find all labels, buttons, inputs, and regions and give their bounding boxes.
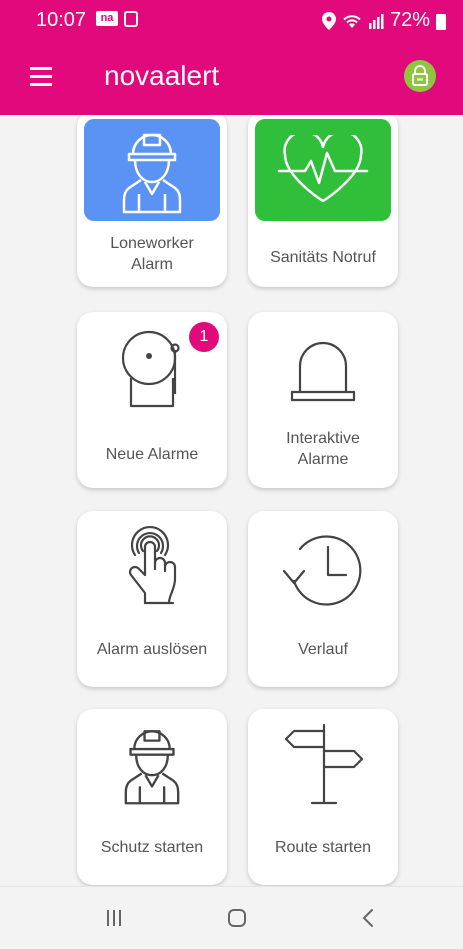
app-bar: novaalert: [0, 38, 463, 115]
location-icon: [322, 11, 336, 30]
tile-grid: Loneworker Alarm Sanitäts Notruf 1 Neue …: [0, 115, 463, 915]
heart-pulse-icon: [277, 135, 369, 203]
tile-label: Sanitäts Notruf: [270, 249, 376, 266]
status-bar: 10:07 na 72%: [0, 0, 463, 38]
battery-percent: 72%: [390, 9, 431, 31]
home-icon: [228, 909, 246, 927]
back-icon: [362, 909, 373, 927]
signpost-icon: [284, 723, 364, 805]
home-button[interactable]: [217, 903, 257, 933]
tile-label: Route starten: [274, 839, 372, 856]
tile-label: Schutz starten: [100, 839, 204, 856]
signal-icon: [369, 13, 384, 29]
siren-icon: [290, 341, 356, 402]
hamburger-menu-icon[interactable]: [30, 67, 56, 87]
tile-label: Neue Alarme: [105, 446, 199, 463]
wifi-icon: [343, 14, 361, 28]
status-time: 10:07: [36, 9, 87, 31]
sanitaets-tile-bg: [255, 119, 391, 221]
system-nav-bar: [0, 886, 463, 949]
recent-apps-icon: [107, 910, 121, 926]
touch-hand-icon: [128, 525, 177, 605]
tile-schutz-starten[interactable]: Schutz starten: [77, 709, 227, 885]
tile-verlauf[interactable]: Verlauf: [248, 511, 398, 687]
tile-label: Interaktive Alarme: [286, 430, 360, 468]
lock-icon: [412, 65, 428, 86]
novaalert-notification-icon: na: [96, 11, 118, 26]
history-icon: [282, 535, 362, 606]
tile-loneworker-alarm[interactable]: Loneworker Alarm: [77, 115, 227, 287]
tile-label: Alarm auslösen: [96, 641, 208, 658]
tile-interaktive-alarme[interactable]: Interaktive Alarme: [248, 312, 398, 488]
back-button[interactable]: [348, 903, 388, 933]
worker-icon: [124, 730, 180, 805]
tile-label: Loneworker Alarm: [110, 235, 194, 273]
tile-neue-alarme[interactable]: 1 Neue Alarme: [77, 312, 227, 488]
lock-button[interactable]: [404, 60, 436, 92]
loneworker-tile-bg: [84, 119, 220, 221]
tile-label: Verlauf: [298, 641, 348, 658]
tile-sanitaets-notruf[interactable]: Sanitäts Notruf: [248, 115, 398, 287]
tile-route-starten[interactable]: Route starten: [248, 709, 398, 885]
worker-icon: [122, 133, 182, 214]
recent-apps-button[interactable]: [94, 903, 134, 933]
status-right: 72%: [322, 9, 447, 32]
notification-badge: 1: [189, 322, 219, 352]
battery-icon: [436, 13, 447, 30]
app-title: novaalert: [104, 60, 220, 91]
bell-icon: [121, 330, 180, 408]
screenshot-notification-icon: [124, 11, 138, 27]
tile-alarm-ausloesen[interactable]: Alarm auslösen: [77, 511, 227, 687]
